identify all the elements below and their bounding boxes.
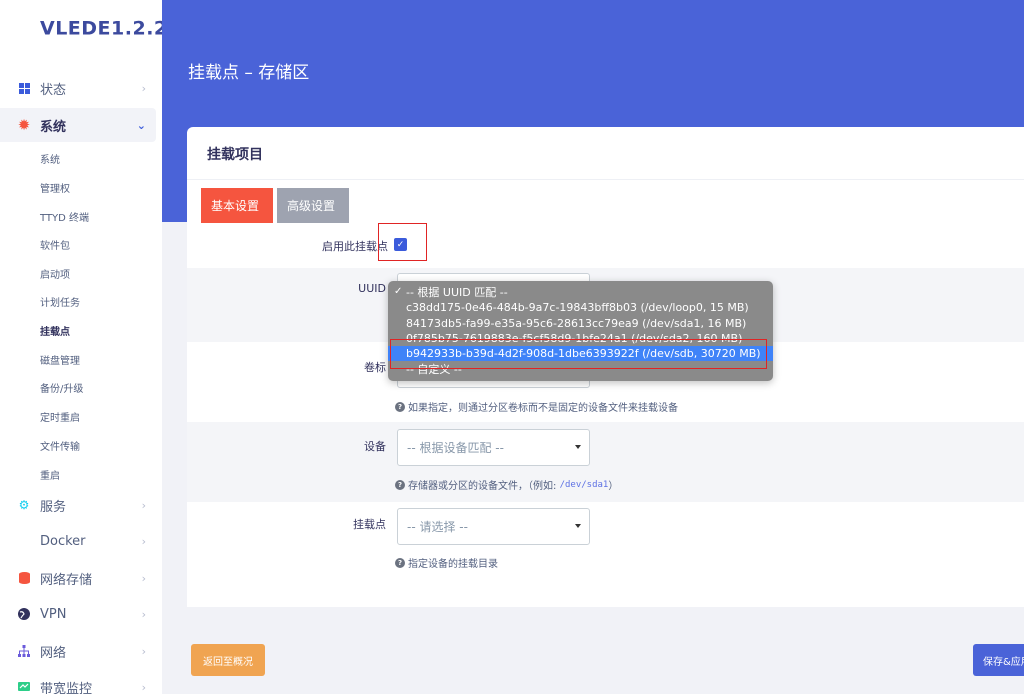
grid-icon	[17, 81, 31, 95]
sidebar: VLEDE1.2.2TM 状态 › ✹ 系统 ⌄ 系统 管理权 TTYD 终端 …	[0, 0, 190, 694]
chevron-right-icon: ›	[141, 680, 146, 694]
sidebar-item-network[interactable]: 网络 ›	[0, 634, 156, 668]
services-icon: ⚙	[18, 498, 30, 512]
uuid-label: UUID	[358, 282, 386, 295]
sidebar-subitem-ttyd[interactable]: TTYD 终端	[40, 209, 89, 224]
sidebar-item-status[interactable]: 状态 ›	[0, 71, 156, 105]
annotation-box-checkbox	[378, 223, 427, 261]
question-icon: ?	[395, 557, 405, 568]
question-icon: ?	[395, 479, 405, 490]
device-select[interactable]: -- 根据设备匹配 --	[397, 429, 590, 466]
mountpoint-help: ? 指定设备的挂载目录	[395, 555, 498, 570]
mountpoint-select[interactable]: -- 请选择 --	[397, 508, 590, 545]
sidebar-subitem-admin[interactable]: 管理权	[40, 180, 70, 195]
divider	[187, 179, 1024, 180]
uuid-option-loop0[interactable]: c38dd175-0e46-484b-9a7c-19843bff8b03 (/d…	[388, 300, 773, 315]
chevron-down-icon: ⌄	[136, 118, 146, 132]
sidebar-subitem-reboot[interactable]: 重启	[40, 467, 60, 482]
sidebar-item-label: 网络	[40, 645, 67, 661]
volume-label-label: 卷标	[364, 361, 386, 374]
storage-icon	[17, 571, 31, 585]
volume-label-help: ? 如果指定，则通过分区卷标而不是固定的设备文件来挂载设备	[395, 399, 678, 414]
caret-down-icon	[575, 445, 581, 449]
tab-basic-settings[interactable]: 基本设置	[201, 188, 273, 223]
chevron-right-icon: ›	[141, 498, 146, 512]
sidebar-item-label: 状态	[40, 82, 67, 98]
sidebar-subitem-reboot-schedule[interactable]: 定时重启	[40, 409, 80, 424]
sidebar-item-bandwidth[interactable]: 带宽监控 ›	[0, 670, 156, 694]
sidebar-subitem-file-transfer[interactable]: 文件传输	[40, 438, 80, 453]
enable-label: 启用此挂载点	[322, 240, 388, 253]
annotation-box-sdb-option	[390, 339, 767, 369]
sidebar-item-nas[interactable]: 网络存储 ›	[0, 561, 156, 595]
tab-advanced-settings[interactable]: 高级设置	[277, 188, 349, 223]
question-icon: ?	[395, 401, 405, 412]
sidebar-subitem-mounts[interactable]: 挂载点	[40, 323, 70, 338]
globe-icon	[17, 607, 31, 621]
sidebar-item-label: 系统	[40, 119, 67, 135]
network-icon	[17, 644, 31, 658]
card-title: 挂载项目	[207, 147, 263, 163]
chevron-right-icon: ›	[141, 607, 146, 621]
chevron-right-icon: ›	[141, 81, 146, 95]
sidebar-subitem-crontab[interactable]: 计划任务	[40, 294, 80, 309]
page-title: 挂载点 – 存储区	[188, 63, 310, 83]
sidebar-subitem-disk[interactable]: 磁盘管理	[40, 352, 80, 367]
mountpoint-label: 挂载点	[353, 518, 386, 531]
sidebar-subitem-system[interactable]: 系统	[40, 151, 60, 166]
save-apply-button[interactable]: 保存&应用	[973, 644, 1024, 676]
sidebar-item-system[interactable]: ✹ 系统 ⌄	[0, 108, 156, 142]
chevron-right-icon: ›	[141, 644, 146, 658]
monitor-icon	[17, 680, 31, 694]
checkmark-icon: ✓	[394, 286, 403, 297]
sidebar-subitem-startup[interactable]: 启动项	[40, 266, 70, 281]
back-to-overview-button[interactable]: 返回至概况	[191, 644, 265, 676]
sidebar-item-vpn[interactable]: VPN ›	[0, 597, 156, 631]
chevron-right-icon: ›	[141, 571, 146, 585]
sidebar-item-label: VPN	[40, 606, 67, 622]
sidebar-subitem-backup[interactable]: 备份/升级	[40, 380, 83, 395]
chevron-right-icon: ›	[141, 534, 146, 548]
sidebar-subitem-packages[interactable]: 软件包	[40, 237, 70, 252]
uuid-option-auto[interactable]: ✓ -- 根据 UUID 匹配 --	[388, 284, 773, 299]
sidebar-item-label: 网络存储	[40, 572, 93, 588]
uuid-option-sda1[interactable]: 84173db5-fa99-e35a-95c6-28613cc79ea9 (/d…	[388, 316, 773, 331]
sidebar-item-label: 带宽监控	[40, 681, 93, 694]
sidebar-item-services[interactable]: ⚙ 服务 ›	[0, 488, 156, 522]
sidebar-item-docker[interactable]: Docker ›	[0, 524, 156, 558]
device-help: ? 存储器或分区的设备文件，（例如: /dev/sda1）	[395, 477, 618, 492]
sidebar-item-label: Docker	[40, 533, 86, 549]
sidebar-item-label: 服务	[40, 499, 67, 515]
device-label: 设备	[364, 440, 386, 453]
caret-down-icon	[575, 524, 581, 528]
gear-icon: ✹	[17, 116, 31, 134]
